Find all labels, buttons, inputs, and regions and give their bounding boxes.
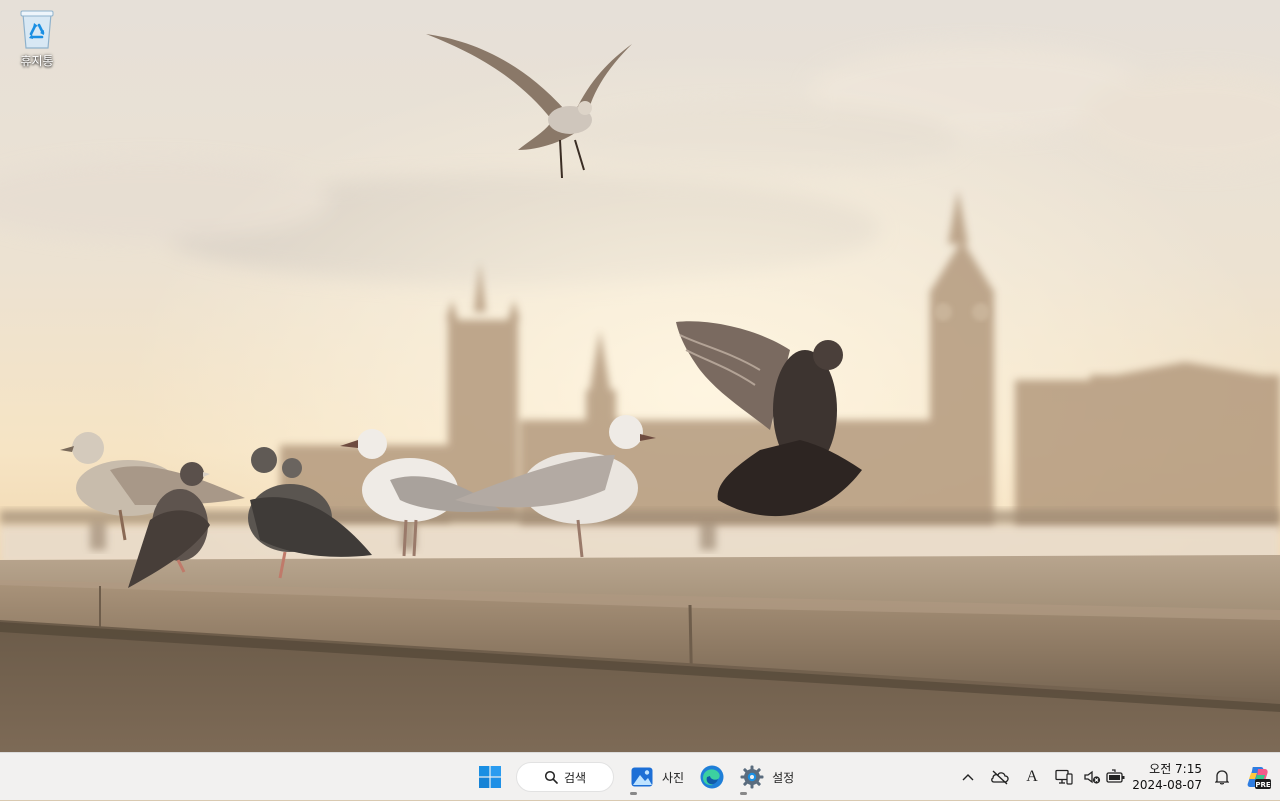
notifications-button[interactable] [1208,757,1236,797]
running-indicator [630,792,637,795]
input-method-button[interactable]: A [1016,757,1048,797]
taskbar-center: 검색 사진 설정 [470,753,802,801]
system-tray: A 오전 7:15 2024-08-07 PRE [952,753,1280,801]
bell-icon [1215,770,1229,785]
stone-ledge [0,555,1280,752]
search-icon [544,770,558,784]
photos-label: 사진 [662,770,685,785]
clock-time: 오전 7:15 [1149,762,1202,776]
desktop-wallpaper [0,0,1280,752]
battery-icon [1106,769,1125,783]
onedrive-offline-icon [991,770,1009,785]
photos-icon [631,767,653,787]
windows-start-icon [479,766,501,788]
taskbar-app-photos[interactable]: 사진 [622,757,692,797]
show-hidden-icons-button[interactable] [952,757,984,797]
clock-date: 2024-08-07 [1132,778,1202,792]
chevron-up-icon [962,774,974,781]
battery-button[interactable] [1104,757,1128,797]
recycle-bin-icon [17,6,57,50]
search-label: 검색 [563,770,587,785]
start-button[interactable] [470,757,510,797]
taskbar-app-settings[interactable]: 설정 [732,757,802,797]
edge-icon [700,765,724,789]
running-indicator [740,792,748,795]
settings-gear-icon [740,765,764,789]
copilot-badge: PRE [1255,781,1271,789]
clock[interactable]: 오전 7:15 2024-08-07 [1128,757,1208,797]
desktop-icon-recycle-bin[interactable]: 휴지통 [6,6,68,76]
copilot-icon: PRE [1247,767,1271,789]
desktop-icon-label: 휴지통 [20,54,54,68]
search-box[interactable]: 검색 [516,762,614,792]
input-method-icon: A [1026,768,1038,785]
taskbar-app-edge[interactable] [692,757,732,797]
settings-label: 설정 [772,770,795,785]
network-button[interactable] [1048,757,1080,797]
volume-button[interactable] [1080,757,1104,797]
volume-muted-icon [1084,770,1101,784]
taskbar: 검색 사진 설정 A 오전 7:15 2024-08-07 PRE [0,752,1280,800]
network-icon [1055,769,1073,785]
copilot-button[interactable]: PRE [1236,757,1280,797]
onedrive-button[interactable] [984,757,1016,797]
